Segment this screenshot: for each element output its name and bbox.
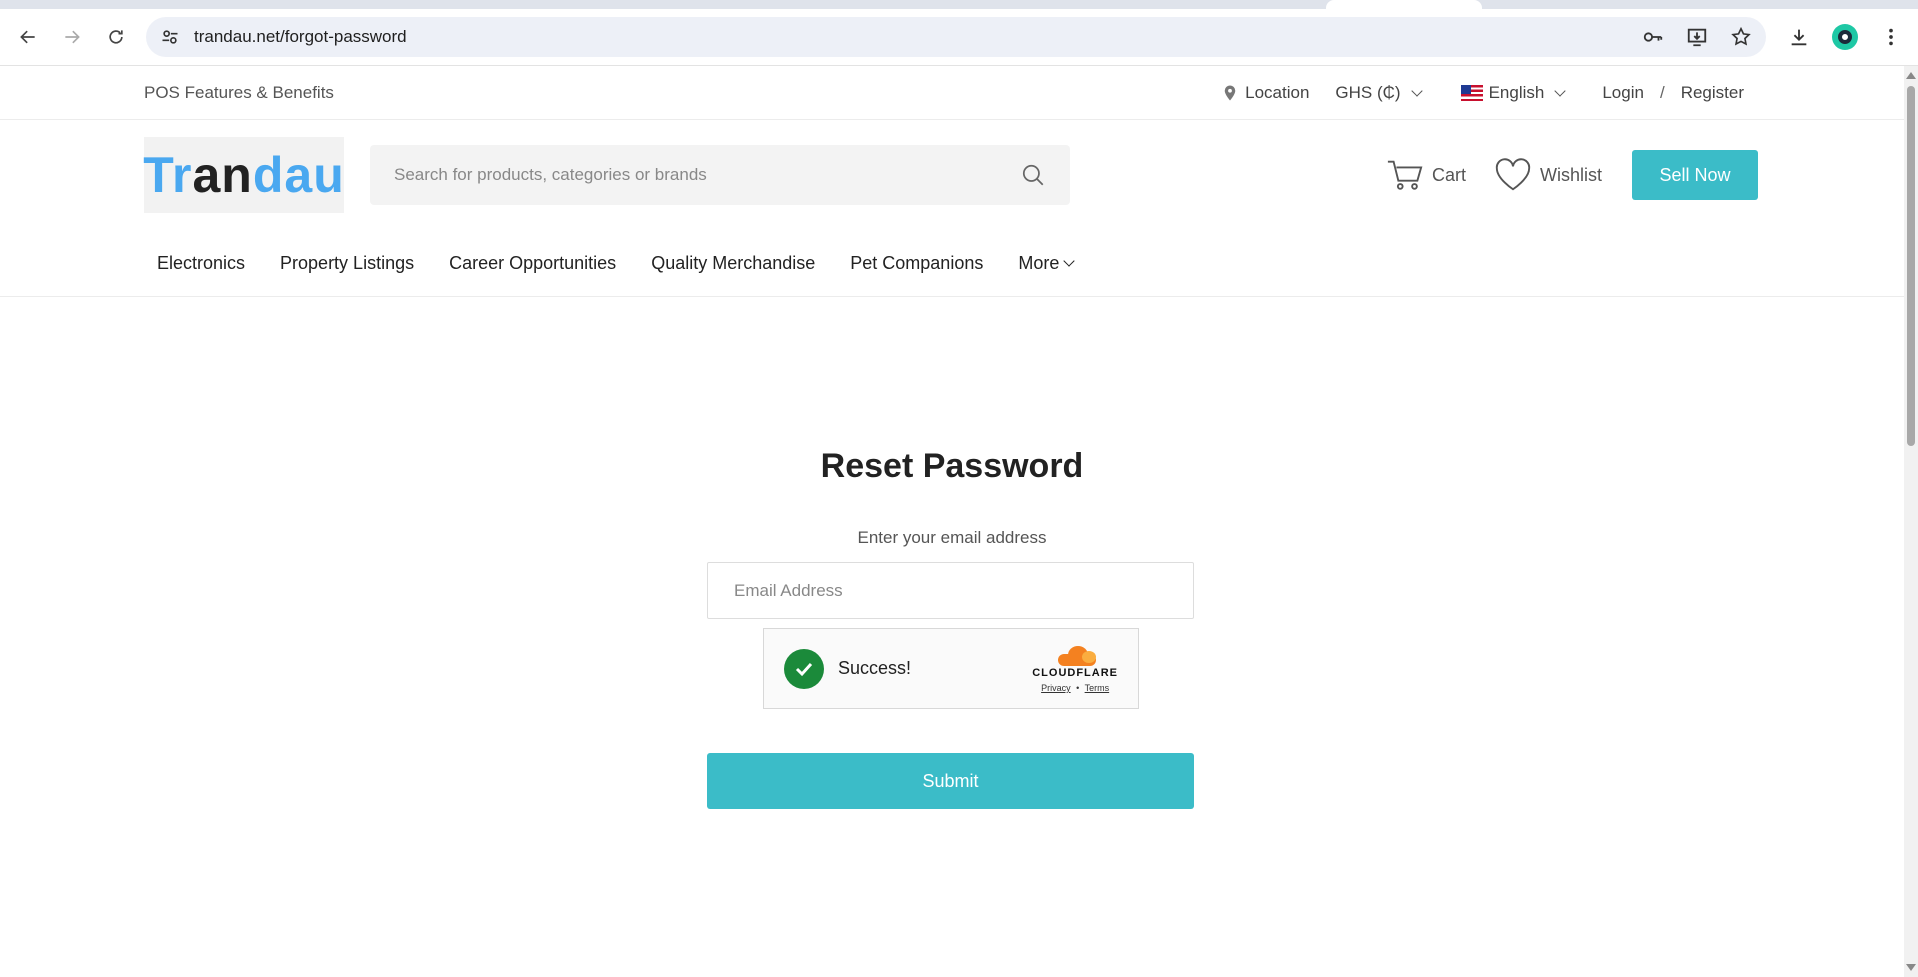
- download-icon[interactable]: [1788, 26, 1810, 48]
- page-viewport: POS Features & Benefits Location GHS (₵)…: [0, 66, 1918, 977]
- chevron-down-icon: [1554, 84, 1567, 97]
- profile-avatar[interactable]: [1832, 24, 1858, 50]
- cart-button[interactable]: Cart: [1386, 157, 1466, 193]
- arrow-right-icon: [65, 30, 80, 44]
- privacy-link[interactable]: Privacy: [1041, 683, 1071, 693]
- map-pin-icon: [1224, 85, 1236, 100]
- language-label: English: [1488, 82, 1545, 102]
- site-settings-icon[interactable]: [160, 27, 180, 47]
- bookmark-star-icon[interactable]: [1730, 26, 1752, 48]
- main-header: Trandau Cart Wishlist Sell Now: [0, 120, 1918, 230]
- site-logo[interactable]: Tr an dau: [143, 137, 345, 213]
- arrow-left-icon: [20, 30, 35, 44]
- chevron-down-icon: [1410, 84, 1423, 97]
- url-text[interactable]: trandau.net/forgot-password: [194, 27, 1642, 47]
- category-electronics[interactable]: Electronics: [157, 253, 245, 274]
- forward-button[interactable]: [54, 19, 90, 55]
- location-label: Location: [1245, 82, 1310, 102]
- heart-icon: [1495, 158, 1531, 191]
- address-bar[interactable]: trandau.net/forgot-password: [146, 17, 1766, 57]
- category-pet-companions[interactable]: Pet Companions: [850, 253, 983, 274]
- link-dot: •: [1076, 683, 1080, 693]
- location-selector[interactable]: Location: [1221, 83, 1309, 103]
- page-scrollbar[interactable]: [1904, 66, 1918, 977]
- login-link[interactable]: Login: [1602, 83, 1644, 103]
- kebab-menu-icon[interactable]: [1880, 26, 1902, 48]
- currency-selector[interactable]: GHS (₵): [1335, 82, 1423, 103]
- reload-icon: [109, 30, 123, 44]
- category-nav: Electronics Property Listings Career Opp…: [0, 230, 1918, 297]
- key-icon[interactable]: [1642, 26, 1664, 48]
- logo-text-part2: an: [192, 147, 253, 203]
- auth-links: Login / Register: [1602, 83, 1744, 103]
- search-bar: [370, 145, 1070, 205]
- logo-text-part1: Tr: [143, 147, 193, 203]
- form-instructions: Enter your email address: [857, 528, 1047, 547]
- currency-label: GHS (₵): [1335, 82, 1401, 102]
- more-label: More: [1018, 252, 1060, 273]
- category-more-dropdown[interactable]: More: [1018, 252, 1076, 274]
- cloudflare-brand: CLOUDFLARE: [1032, 667, 1118, 679]
- scroll-up-arrow-icon[interactable]: [1906, 72, 1916, 79]
- cloudflare-turnstile[interactable]: Success! CLOUDFLARE Privacy • Terms: [763, 628, 1139, 709]
- us-flag-icon: [1460, 84, 1483, 101]
- cloudflare-logo: CLOUDFLARE Privacy • Terms: [1032, 644, 1118, 693]
- wishlist-label: Wishlist: [1540, 164, 1602, 185]
- active-browser-tab[interactable]: [1326, 0, 1482, 9]
- category-property-listings[interactable]: Property Listings: [280, 253, 414, 274]
- category-quality-merchandise[interactable]: Quality Merchandise: [651, 253, 815, 274]
- search-icon[interactable]: [1020, 162, 1046, 188]
- logo-text-part3: dau: [252, 147, 345, 203]
- cart-icon: [1387, 160, 1423, 190]
- back-button[interactable]: [10, 19, 46, 55]
- pos-features-link[interactable]: POS Features & Benefits: [144, 83, 334, 103]
- browser-toolbar: trandau.net/forgot-password: [0, 9, 1918, 66]
- scroll-down-arrow-icon[interactable]: [1906, 964, 1916, 971]
- chevron-down-icon: [1063, 255, 1076, 267]
- wishlist-button[interactable]: Wishlist: [1494, 157, 1602, 193]
- auth-separator: /: [1659, 82, 1665, 102]
- sell-now-button[interactable]: Sell Now: [1632, 150, 1758, 200]
- top-utility-bar: POS Features & Benefits Location GHS (₵)…: [0, 66, 1918, 120]
- category-career-opportunities[interactable]: Career Opportunities: [449, 253, 616, 274]
- submit-button[interactable]: Submit: [707, 753, 1194, 809]
- captcha-status: Success!: [838, 658, 912, 678]
- register-link[interactable]: Register: [1681, 83, 1744, 103]
- page-title: Reset Password: [820, 447, 1084, 485]
- install-app-icon[interactable]: [1686, 26, 1708, 48]
- cart-label: Cart: [1431, 164, 1466, 185]
- scrollbar-thumb[interactable]: [1907, 86, 1915, 446]
- email-field[interactable]: [707, 562, 1194, 619]
- reload-button[interactable]: [98, 19, 134, 55]
- language-selector[interactable]: English: [1460, 82, 1567, 103]
- search-input[interactable]: [394, 165, 1020, 185]
- browser-tab-strip: [0, 0, 1918, 9]
- success-check-icon: [784, 648, 824, 689]
- terms-link[interactable]: Terms: [1085, 683, 1110, 693]
- cloudflare-cloud-icon: [1050, 644, 1100, 666]
